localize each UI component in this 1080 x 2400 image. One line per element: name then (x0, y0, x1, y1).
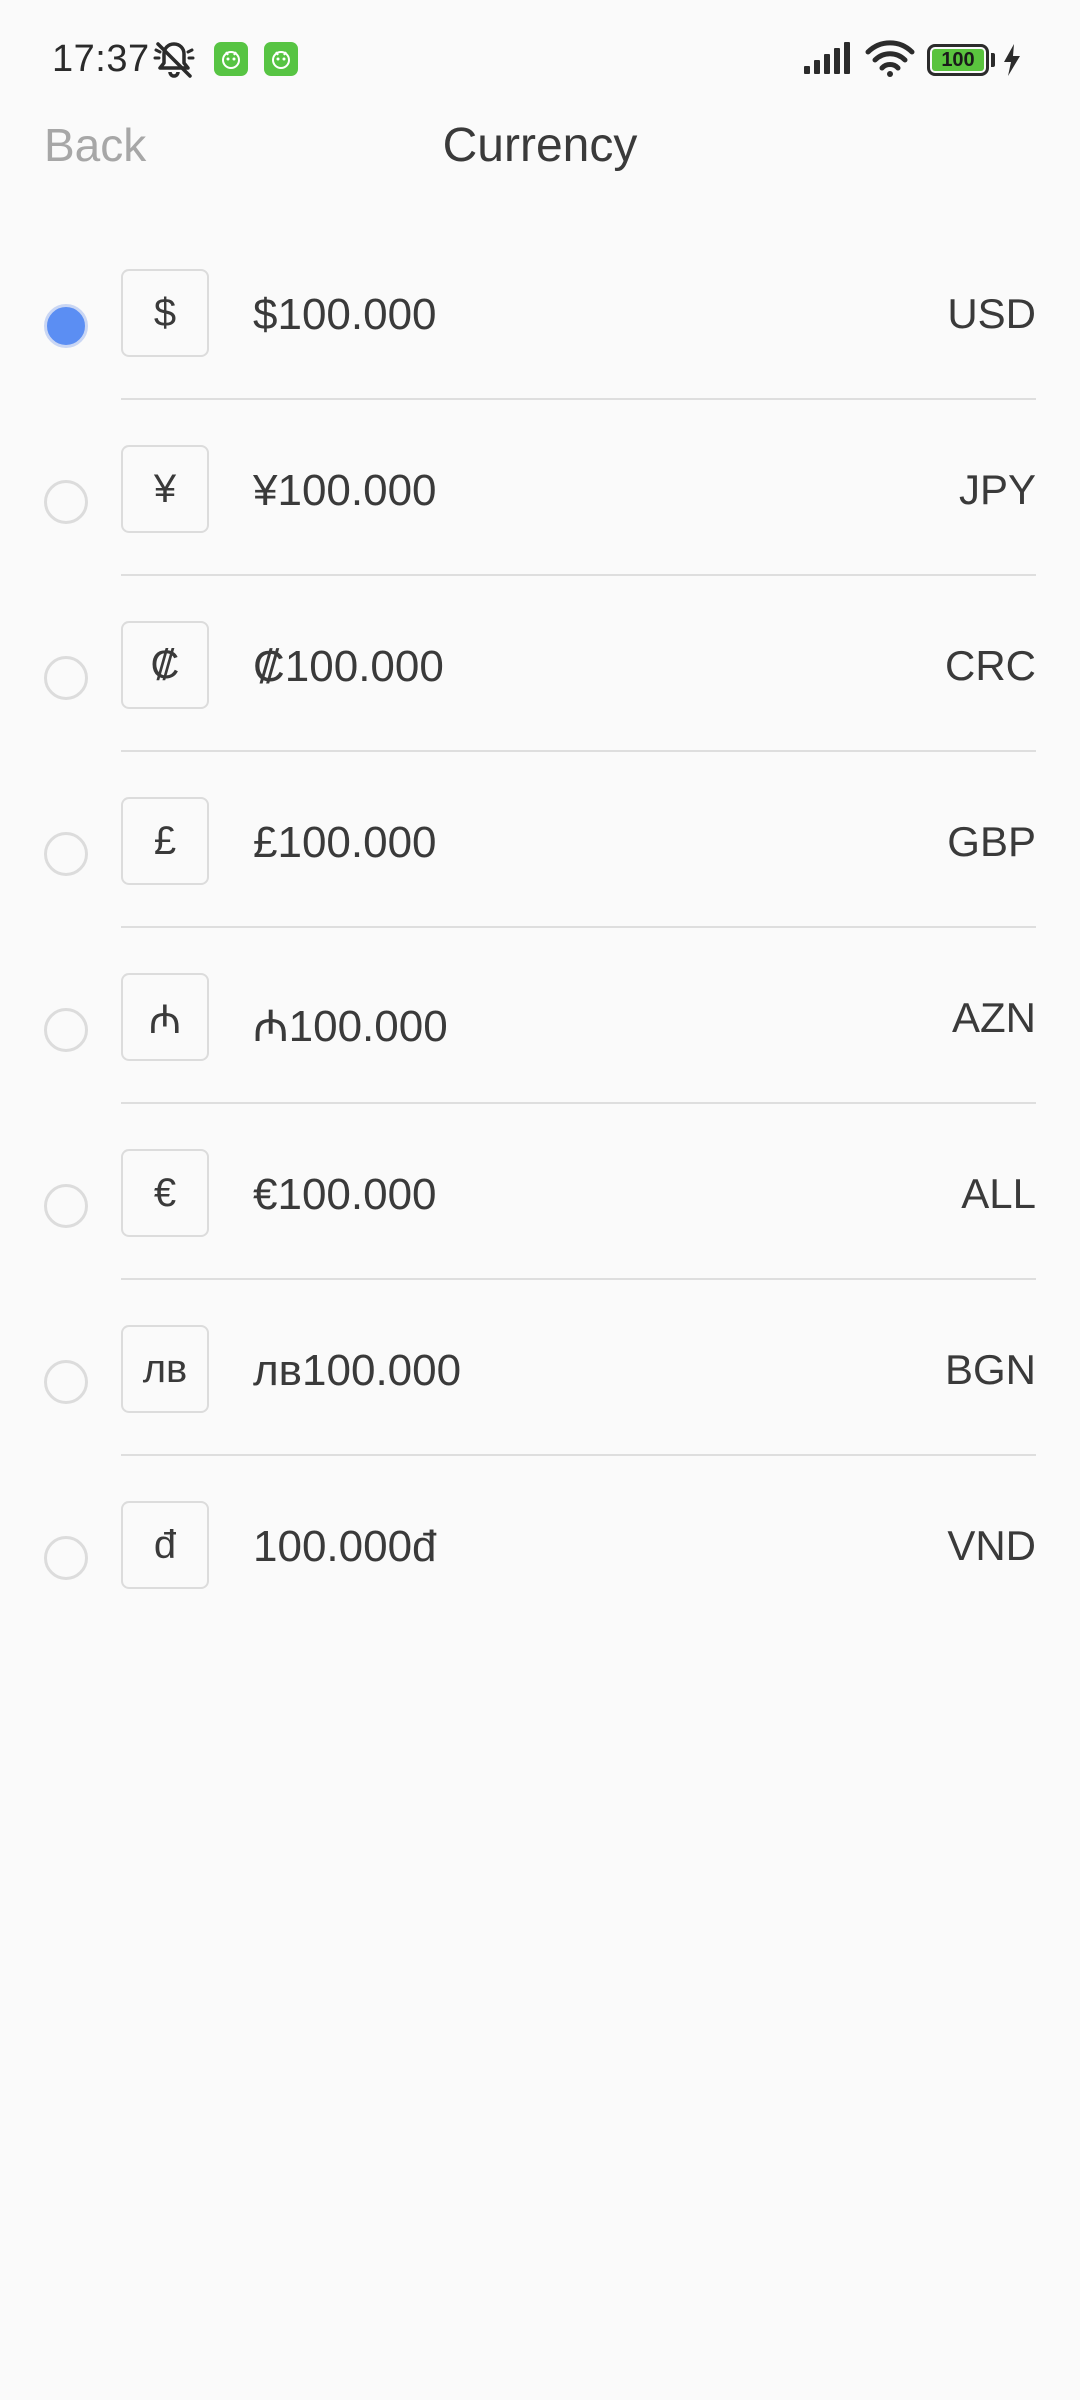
currency-symbol: £ (121, 797, 209, 885)
currency-code: BGN (944, 1346, 1036, 1393)
currency-code: VND (947, 1522, 1036, 1569)
radio-button[interactable] (44, 304, 88, 348)
currency-amount: ₼100.000 (253, 1002, 448, 1051)
currency-symbol: ₼ (121, 973, 209, 1061)
wifi-icon (865, 40, 915, 77)
app-notification-icon (214, 42, 248, 76)
currency-symbol: ₡ (121, 621, 209, 709)
radio-button[interactable] (44, 1536, 88, 1580)
radio-button[interactable] (44, 1360, 88, 1404)
currency-amount: ₡100.000 (253, 642, 444, 691)
battery-level: 100 (932, 49, 984, 71)
radio-button[interactable] (44, 832, 88, 876)
divider (121, 398, 1036, 400)
currency-row-jpy[interactable]: ¥ ¥100.000 JPY (0, 414, 1080, 590)
currency-amount: $100.000 (253, 290, 437, 339)
currency-row-crc[interactable]: ₡ ₡100.000 CRC (0, 590, 1080, 766)
currency-amount: лв100.000 (253, 1346, 462, 1395)
charging-icon (1004, 44, 1020, 76)
currency-symbol: ¥ (121, 445, 209, 533)
divider (121, 926, 1036, 928)
currency-symbol: đ (121, 1501, 209, 1589)
currency-row-azn[interactable]: ₼ ₼100.000 AZN (0, 942, 1080, 1118)
status-bar: 17:37 100 (0, 0, 1080, 120)
currency-row-usd[interactable]: $ $100.000 USD (0, 238, 1080, 414)
battery-icon: 100 (927, 44, 989, 76)
radio-button[interactable] (44, 1184, 88, 1228)
divider (121, 1102, 1036, 1104)
currency-amount: 100.000đ (253, 1522, 437, 1571)
currency-code: CRC (945, 642, 1036, 689)
currency-amount: ¥100.000 (253, 466, 437, 515)
currency-amount: €100.000 (253, 1170, 437, 1219)
currency-code: JPY (958, 466, 1036, 513)
currency-symbol: € (121, 1149, 209, 1237)
page-title: Currency (442, 119, 638, 172)
currency-code: GBP (947, 818, 1036, 865)
currency-code: AZN (952, 994, 1036, 1041)
radio-button[interactable] (44, 656, 88, 700)
currency-code: USD (947, 290, 1036, 337)
battery-tip (991, 53, 995, 67)
signal-icon (804, 42, 850, 74)
divider (121, 1278, 1036, 1280)
bell-muted-icon (153, 42, 195, 78)
divider (121, 574, 1036, 576)
currency-row-gbp[interactable]: £ £100.000 GBP (0, 766, 1080, 942)
back-button[interactable]: Back (44, 118, 146, 172)
currency-symbol: $ (121, 269, 209, 357)
radio-button[interactable] (44, 1008, 88, 1052)
currency-row-vnd[interactable]: đ 100.000đ VND (0, 1470, 1080, 1646)
radio-button[interactable] (44, 480, 88, 524)
status-time: 17:37 (52, 38, 150, 80)
divider (121, 750, 1036, 752)
divider (121, 1454, 1036, 1456)
currency-row-all[interactable]: € €100.000 ALL (0, 1118, 1080, 1294)
app-notification-icon (264, 42, 298, 76)
currency-amount: £100.000 (253, 818, 437, 867)
currency-list: $ $100.000 USD ¥ ¥100.000 JPY ₡ ₡100.000… (0, 238, 1080, 1646)
currency-row-bgn[interactable]: лв лв100.000 BGN (0, 1294, 1080, 1470)
currency-symbol: лв (121, 1325, 209, 1413)
currency-code: ALL (961, 1170, 1036, 1217)
